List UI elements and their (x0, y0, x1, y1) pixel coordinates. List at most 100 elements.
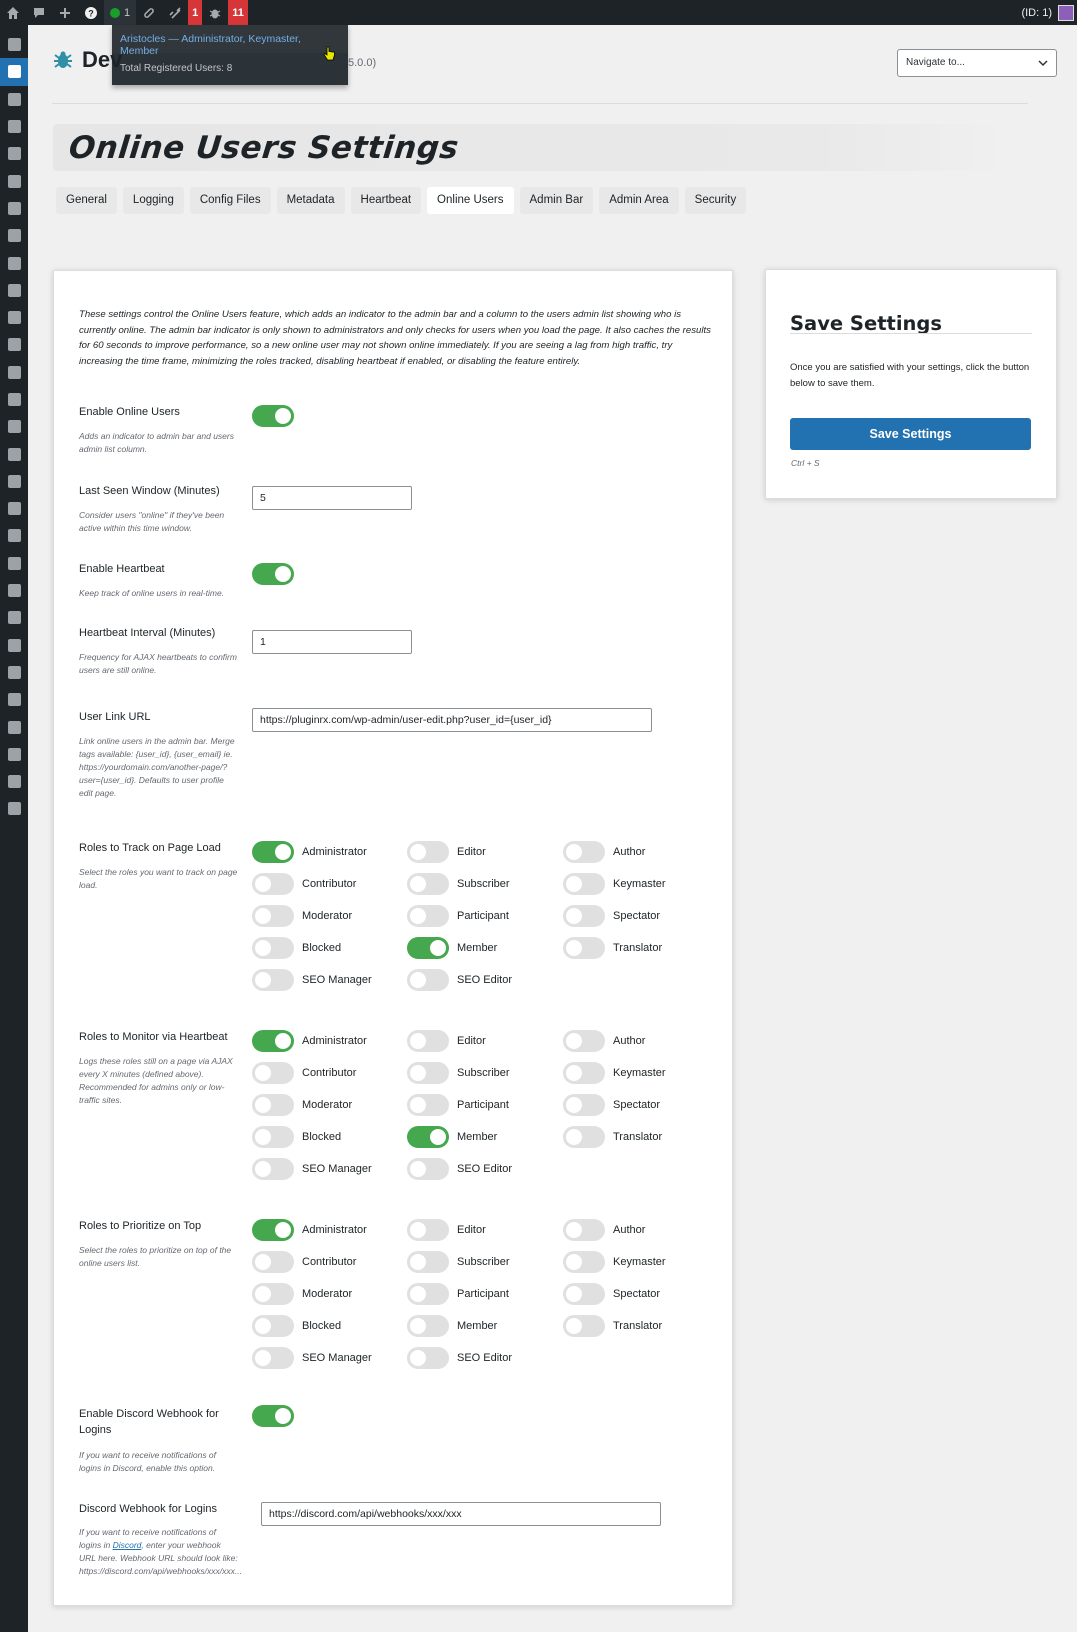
track-role-toggle-seo-manager[interactable] (252, 969, 294, 991)
heartbeat-role-toggle-member[interactable] (407, 1126, 449, 1148)
discord-link[interactable]: Discord (113, 1540, 142, 1550)
tab-config-files[interactable]: Config Files (189, 187, 271, 214)
brush-icon[interactable] (0, 495, 28, 522)
heartbeat-role-toggle-translator[interactable] (563, 1126, 605, 1148)
track-role-toggle-contributor[interactable] (252, 873, 294, 895)
track-role-toggle-translator[interactable] (563, 937, 605, 959)
heartbeat-interval-input[interactable]: 1 (252, 630, 412, 654)
priority-role-toggle-seo-manager[interactable] (252, 1347, 294, 1369)
priority-role-toggle-participant[interactable] (407, 1283, 449, 1305)
heartbeat-role-toggle-administrator[interactable] (252, 1030, 294, 1052)
at-icon[interactable] (0, 713, 28, 740)
track-role-toggle-administrator[interactable] (252, 841, 294, 863)
priority-role-toggle-keymaster[interactable] (563, 1251, 605, 1273)
heartbeat-role-toggle-contributor[interactable] (252, 1062, 294, 1084)
heartbeat-role-toggle-participant[interactable] (407, 1094, 449, 1116)
save-button[interactable]: Save Settings (790, 418, 1031, 450)
priority-role-toggle-spectator[interactable] (563, 1283, 605, 1305)
tab-metadata[interactable]: Metadata (276, 187, 345, 214)
discord-enable-toggle[interactable] (252, 1405, 294, 1427)
debug-tools-icon[interactable] (0, 768, 28, 795)
debug-count-badge[interactable]: 11 (228, 0, 248, 25)
heartbeat-role-toggle-keymaster[interactable] (563, 1062, 605, 1084)
track-role-toggle-author[interactable] (563, 841, 605, 863)
heartbeat-role-toggle-editor[interactable] (407, 1030, 449, 1052)
priority-role-toggle-blocked[interactable] (252, 1315, 294, 1337)
forms-icon[interactable] (0, 440, 28, 467)
my-account[interactable]: (ID: 1) (1021, 4, 1077, 21)
users-icon[interactable] (0, 577, 28, 604)
track-role-toggle-editor[interactable] (407, 841, 449, 863)
collapse-menu-icon[interactable] (0, 795, 28, 822)
folder-icon[interactable] (0, 167, 28, 194)
mail-icon[interactable] (0, 659, 28, 686)
dev-debug-icon[interactable] (0, 58, 28, 86)
dashboard-icon[interactable] (0, 31, 28, 58)
heartbeat-role-toggle-seo-editor[interactable] (407, 1158, 449, 1180)
track-role-toggle-seo-editor[interactable] (407, 969, 449, 991)
track-role-toggle-keymaster[interactable] (563, 873, 605, 895)
heartbeat-role-toggle-seo-manager[interactable] (252, 1158, 294, 1180)
tools-icon[interactable] (0, 604, 28, 631)
database-icon[interactable] (0, 195, 28, 222)
online-users-indicator[interactable]: 1 (104, 0, 137, 25)
chat-icon[interactable] (0, 741, 28, 768)
heartbeat-role-toggle-subscriber[interactable] (407, 1062, 449, 1084)
priority-role-toggle-translator[interactable] (563, 1315, 605, 1337)
priority-role-toggle-moderator[interactable] (252, 1283, 294, 1305)
elementor-icon[interactable] (0, 632, 28, 659)
tab-security[interactable]: Security (684, 187, 747, 214)
tab-admin-bar[interactable]: Admin Bar (519, 187, 594, 214)
track-role-toggle-spectator[interactable] (563, 905, 605, 927)
track-role-toggle-moderator[interactable] (252, 905, 294, 927)
last-seen-input[interactable]: 5 (252, 486, 412, 510)
priority-role-toggle-contributor[interactable] (252, 1251, 294, 1273)
comments-menu-icon[interactable] (0, 359, 28, 386)
comments-icon[interactable] (26, 0, 52, 25)
broken-link-icon[interactable] (162, 0, 188, 25)
tab-logging[interactable]: Logging (122, 187, 184, 214)
track-role-toggle-member[interactable] (407, 937, 449, 959)
navigate-select[interactable]: Navigate to... (897, 49, 1057, 77)
forums-icon[interactable] (0, 277, 28, 304)
appearance-icon[interactable] (0, 413, 28, 440)
code-icon[interactable] (0, 331, 28, 358)
heartbeat-role-toggle-author[interactable] (563, 1030, 605, 1052)
pill-icon[interactable] (136, 0, 162, 25)
heartbeat-role-toggle-spectator[interactable] (563, 1094, 605, 1116)
users-group-icon[interactable] (0, 468, 28, 495)
docs-icon[interactable] (0, 304, 28, 331)
tab-admin-area[interactable]: Admin Area (599, 187, 679, 214)
new-content-icon[interactable] (52, 0, 78, 25)
megaphone-icon[interactable] (0, 386, 28, 413)
priority-role-toggle-seo-editor[interactable] (407, 1347, 449, 1369)
tab-general[interactable]: General (56, 187, 117, 214)
track-role-toggle-participant[interactable] (407, 905, 449, 927)
user-link-input[interactable]: https://pluginrx.com/wp-admin/user-edit.… (252, 708, 652, 732)
priority-role-toggle-member[interactable] (407, 1315, 449, 1337)
track-role-toggle-subscriber[interactable] (407, 873, 449, 895)
tab-online-users[interactable]: Online Users (427, 187, 514, 214)
enable-online-toggle[interactable] (252, 405, 294, 427)
media-icon[interactable] (0, 140, 28, 167)
wp-home-icon[interactable] (0, 0, 26, 25)
discord-url-input[interactable]: https://discord.com/api/webhooks/xxx/xxx (261, 1502, 661, 1526)
snippets-icon[interactable] (0, 550, 28, 577)
pages-icon[interactable] (0, 222, 28, 249)
notification-badge[interactable]: 1 (188, 0, 203, 25)
priority-role-toggle-subscriber[interactable] (407, 1251, 449, 1273)
plugins-icon[interactable] (0, 522, 28, 549)
track-role-toggle-blocked[interactable] (252, 937, 294, 959)
priority-role-toggle-author[interactable] (563, 1219, 605, 1241)
posts-icon[interactable] (0, 113, 28, 140)
priority-role-toggle-editor[interactable] (407, 1219, 449, 1241)
help-icon[interactable]: ? (78, 0, 104, 25)
yoast-icon[interactable] (0, 686, 28, 713)
bug-icon[interactable] (202, 0, 228, 25)
priority-role-toggle-administrator[interactable] (252, 1219, 294, 1241)
tab-heartbeat[interactable]: Heartbeat (350, 187, 422, 214)
key-icon[interactable] (0, 249, 28, 276)
heartbeat-role-toggle-blocked[interactable] (252, 1126, 294, 1148)
heartbeat-role-toggle-moderator[interactable] (252, 1094, 294, 1116)
help-menu-icon[interactable] (0, 86, 28, 113)
